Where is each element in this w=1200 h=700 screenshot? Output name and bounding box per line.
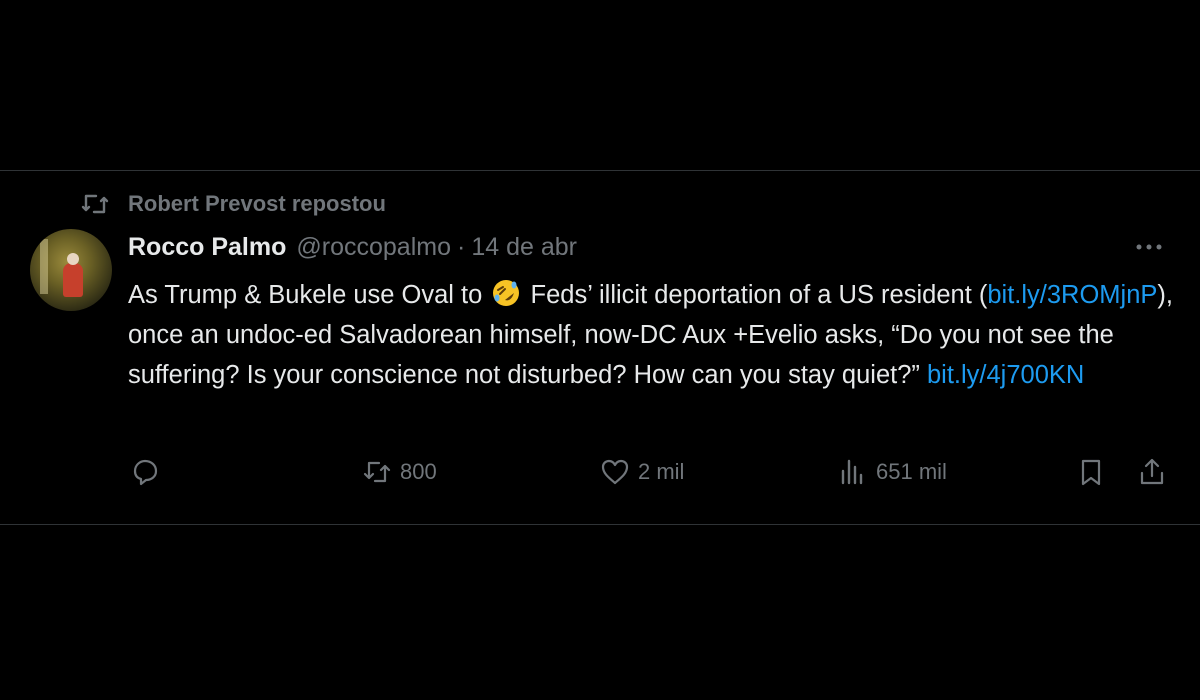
tweet-card[interactable]: Robert Prevost repostou Rocco Palmo @roc… xyxy=(0,170,1200,525)
separator: · xyxy=(456,233,466,261)
author-name[interactable]: Rocco Palmo xyxy=(128,233,286,262)
tweet-text: As Trump & Bukele use Oval to Feds’ illi… xyxy=(128,275,1173,395)
share-button[interactable] xyxy=(1137,457,1167,487)
repost-count: 800 xyxy=(400,459,437,484)
like-count: 2 mil xyxy=(638,459,685,484)
link-1[interactable]: bit.ly/3ROMjnP xyxy=(987,281,1157,309)
repost-icon xyxy=(81,194,109,214)
tweet-header: Rocco Palmo @roccopalmo · 14 de abr xyxy=(128,233,577,262)
reply-button[interactable] xyxy=(130,457,160,487)
repost-icon xyxy=(363,461,391,483)
more-options-icon[interactable] xyxy=(1132,235,1166,259)
rolling-on-floor-laughing-emoji xyxy=(493,280,520,306)
bookmark-icon xyxy=(1081,459,1101,486)
heart-icon xyxy=(601,459,629,485)
like-button[interactable]: 2 mil xyxy=(600,457,684,487)
post-date[interactable]: 14 de abr xyxy=(471,233,577,262)
repost-button[interactable]: 800 xyxy=(362,457,437,487)
views-icon xyxy=(841,459,863,485)
author-handle[interactable]: @roccopalmo xyxy=(296,233,451,262)
repost-indicator[interactable]: Robert Prevost repostou xyxy=(80,191,386,217)
reply-icon xyxy=(133,459,158,486)
link-2[interactable]: bit.ly/4j700KN xyxy=(927,361,1084,389)
views-count: 651 mil xyxy=(876,459,947,484)
action-bar: 800 2 mil 651 mil xyxy=(0,457,1200,497)
share-icon xyxy=(1140,458,1164,485)
tweet-text-part: Feds’ illicit deportation of a US reside… xyxy=(523,281,988,309)
bookmark-button[interactable] xyxy=(1076,457,1106,487)
tweet-text-part: As Trump & Bukele use Oval to xyxy=(128,281,490,309)
repost-label: Robert Prevost repostou xyxy=(128,191,386,216)
views-button[interactable]: 651 mil xyxy=(838,457,947,487)
avatar[interactable] xyxy=(30,229,112,311)
